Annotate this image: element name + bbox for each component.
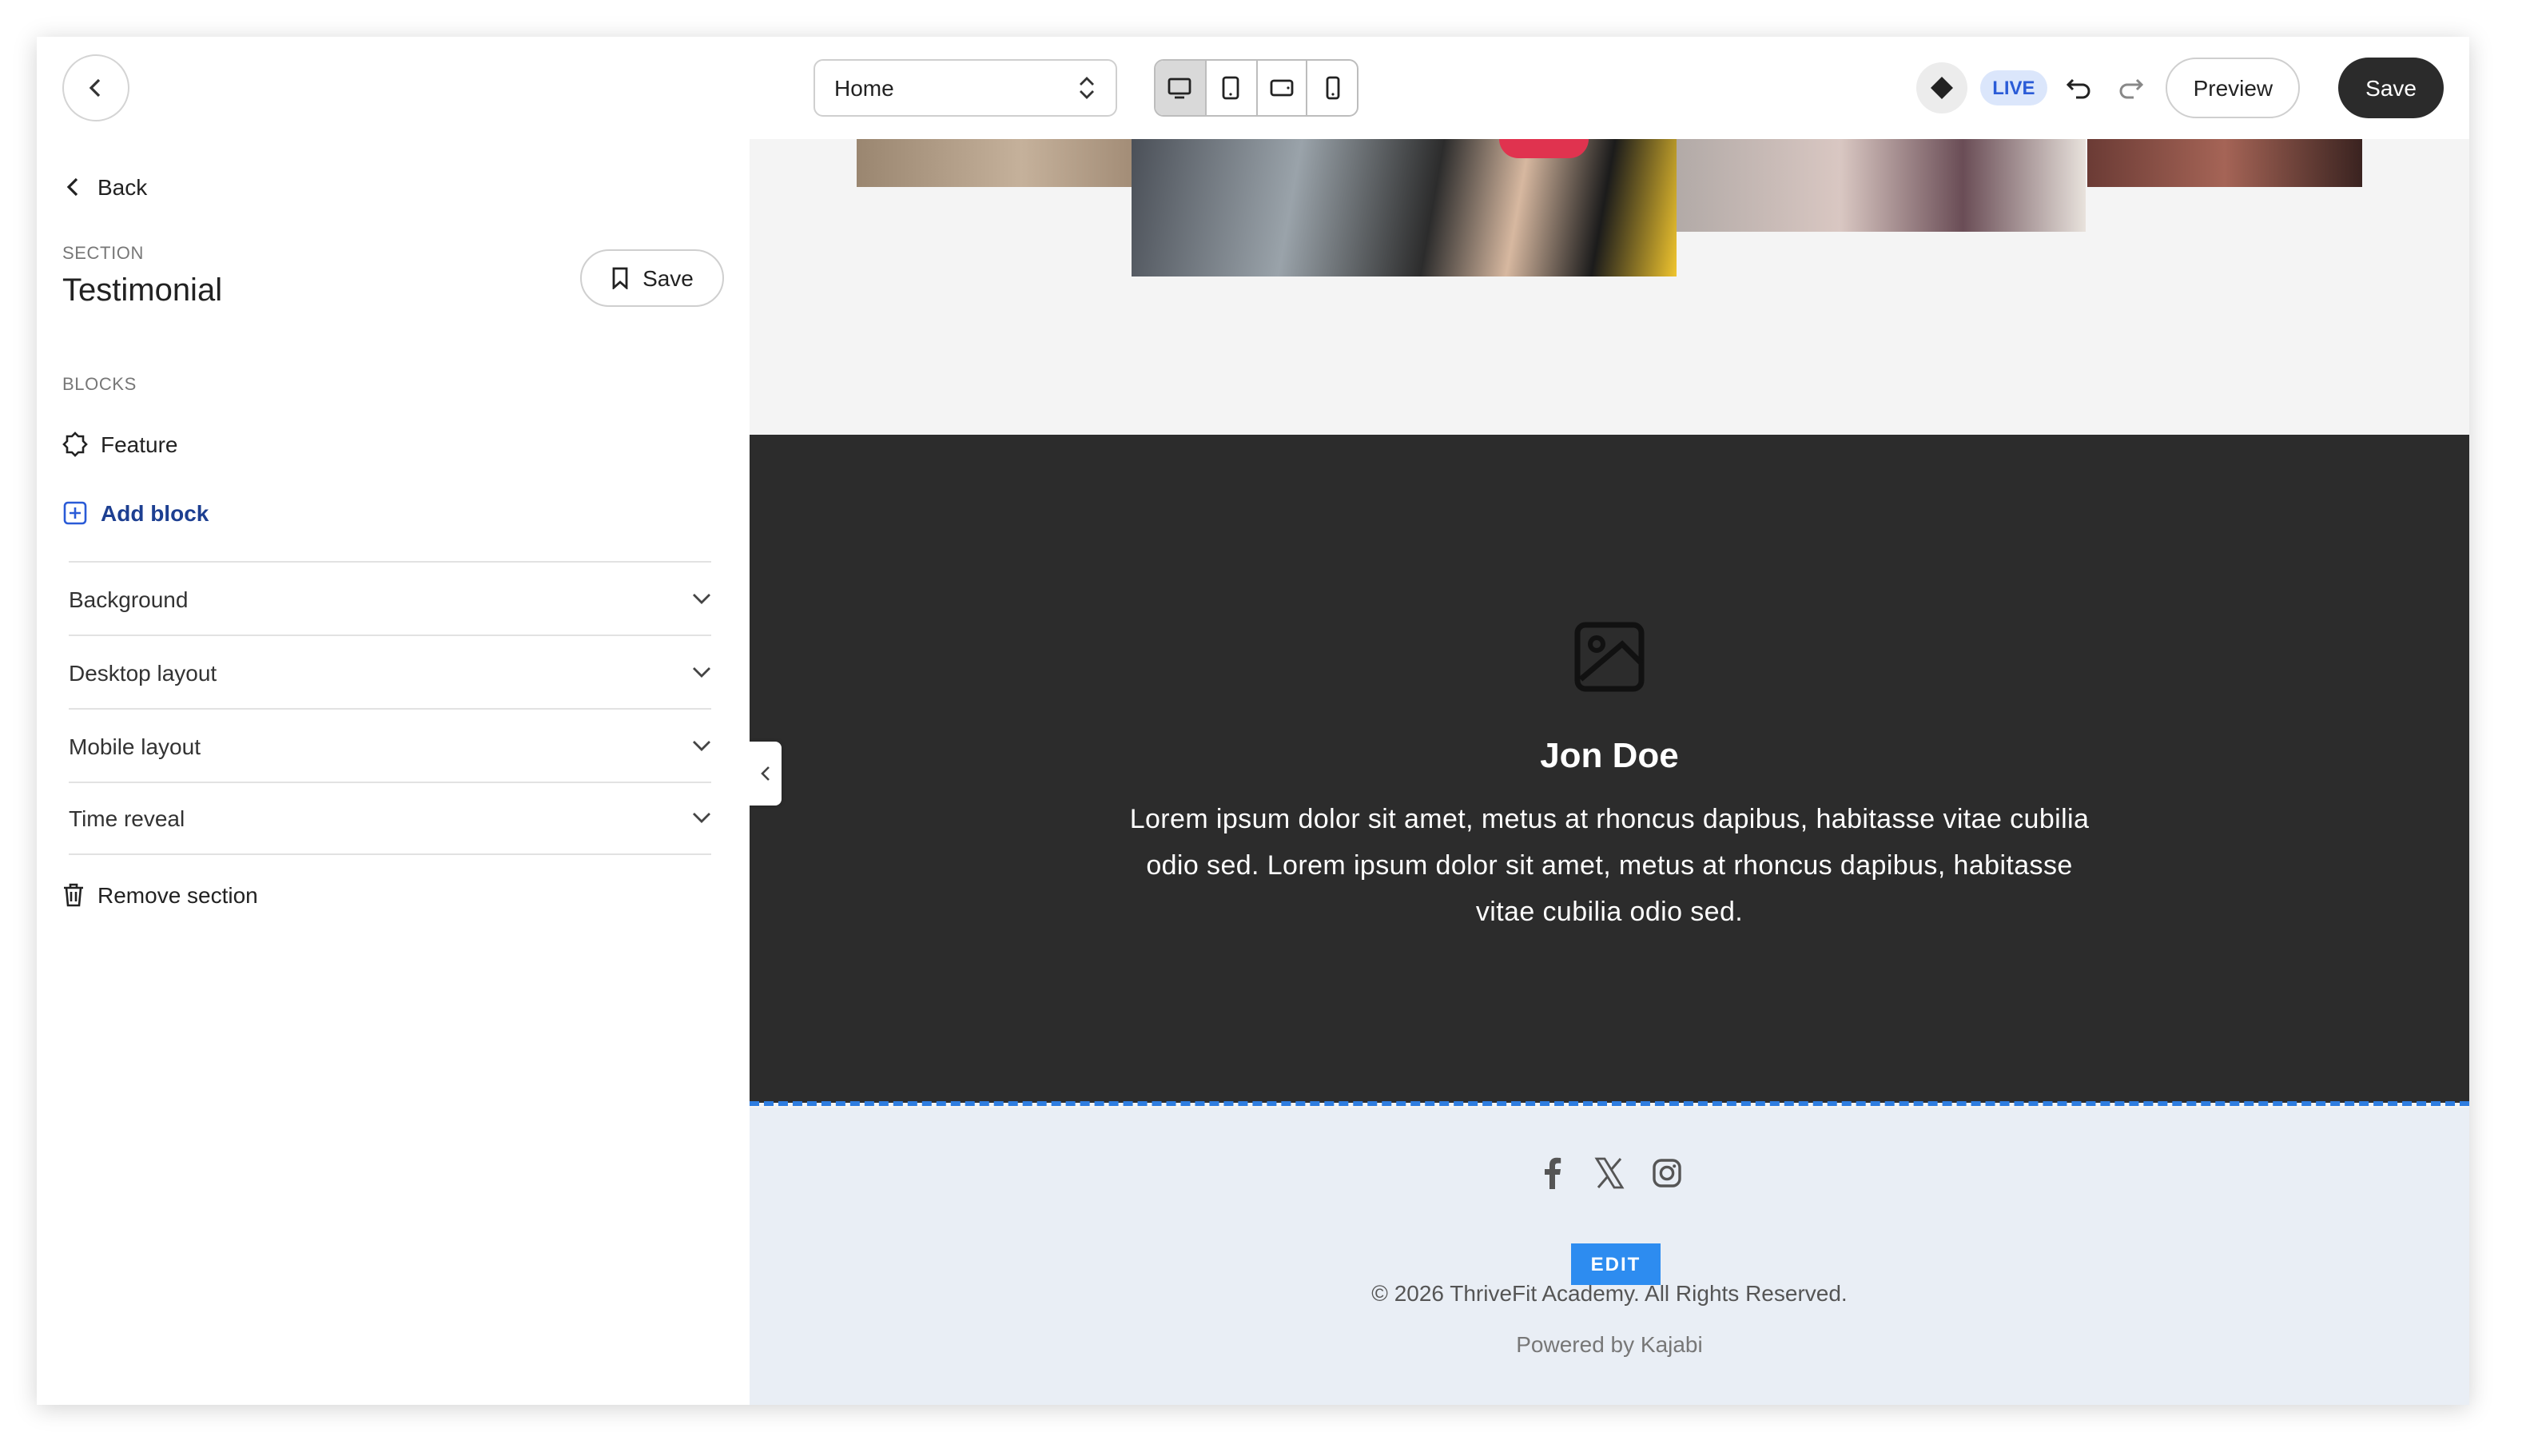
section-selection-outline <box>750 1101 2469 1106</box>
add-block-button[interactable]: Add block <box>62 500 209 526</box>
gallery-photo <box>1132 139 1677 276</box>
page-select-value: Home <box>834 75 894 101</box>
blocks-label: BLOCKS <box>62 376 137 395</box>
editor-stage: Home LIVE Preview Save Back SECTION Test… <box>0 0 2530 1456</box>
chevron-down-icon <box>693 740 710 750</box>
block-item-feature[interactable]: Feature <box>62 432 178 457</box>
editor-window: Home LIVE Preview Save Back SECTION Test… <box>37 37 2469 1405</box>
block-feature-label: Feature <box>101 432 178 457</box>
exit-editor-button[interactable] <box>62 54 129 121</box>
diamond-icon <box>1930 77 1953 99</box>
testimonial-section[interactable]: Jon Doe Lorem ipsum dolor sit amet, metu… <box>750 435 2469 1103</box>
save-section-label: Save <box>642 265 694 291</box>
tablet-icon <box>1222 76 1239 100</box>
desktop-icon <box>1168 78 1192 99</box>
facebook-icon[interactable] <box>1536 1156 1568 1191</box>
tablet-portrait-view-button[interactable] <box>1207 61 1257 115</box>
chevron-down-icon <box>693 666 710 677</box>
section-title: Testimonial <box>62 273 223 308</box>
chevron-left-icon <box>761 766 770 781</box>
top-bar: Home LIVE Preview Save <box>37 37 2469 139</box>
photo-detail <box>1499 139 1589 158</box>
save-button[interactable]: Save <box>2338 58 2444 118</box>
mobile-icon <box>1325 76 1339 100</box>
undo-icon <box>2067 78 2090 99</box>
back-label: Back <box>97 174 148 200</box>
trash-icon <box>64 883 83 907</box>
mobile-view-button[interactable] <box>1308 61 1358 115</box>
collapse-sidebar-handle[interactable] <box>750 742 782 806</box>
accordion-time-reveal[interactable]: Time reveal <box>69 782 711 855</box>
edit-badge[interactable]: EDIT <box>1571 1243 1661 1285</box>
page-select[interactable]: Home <box>813 59 1117 117</box>
live-badge: LIVE <box>1979 70 2048 105</box>
chevron-left-icon <box>66 177 78 197</box>
brand-button[interactable] <box>1915 62 1967 113</box>
accordion-desktop-layout[interactable]: Desktop layout <box>69 635 711 708</box>
redo-icon <box>2120 78 2144 99</box>
desktop-view-button[interactable] <box>1156 61 1207 115</box>
accordion-label: Background <box>69 586 189 611</box>
section-settings-sidebar: Back SECTION Testimonial Save BLOCKS Fea… <box>37 139 750 1405</box>
right-tools: LIVE Preview Save <box>1915 56 2444 120</box>
undo-button[interactable] <box>2061 69 2099 107</box>
badge-icon <box>62 432 88 457</box>
accordion-background[interactable]: Background <box>69 561 711 635</box>
plus-square-icon <box>63 501 87 525</box>
accordion-mobile-layout[interactable]: Mobile layout <box>69 708 711 782</box>
settings-accordion: Background Desktop layout Mobile layout … <box>69 561 711 855</box>
accordion-label: Time reveal <box>69 806 185 831</box>
gallery-photo <box>857 139 1132 187</box>
testimonial-name: Jon Doe <box>1540 735 1679 775</box>
accordion-label: Mobile layout <box>69 733 201 758</box>
remove-section-button[interactable]: Remove section <box>62 882 258 908</box>
instagram-icon[interactable] <box>1651 1156 1683 1191</box>
x-icon[interactable] <box>1593 1156 1625 1191</box>
section-label: SECTION <box>62 245 144 264</box>
chevron-left-icon <box>89 78 101 97</box>
tablet-landscape-view-button[interactable] <box>1257 61 1308 115</box>
bookmark-icon <box>612 267 628 289</box>
chevron-down-icon <box>693 593 710 603</box>
gallery-photo <box>2087 139 2362 187</box>
chevron-updown-icon <box>1080 77 1094 99</box>
device-toggle-group <box>1154 59 1358 117</box>
save-section-button[interactable]: Save <box>580 249 724 307</box>
testimonial-quote: Lorem ipsum dolor sit amet, metus at rho… <box>1129 804 2090 927</box>
add-block-label: Add block <box>101 500 209 526</box>
tablet-landscape-icon <box>1270 79 1294 97</box>
social-links <box>750 1156 2469 1191</box>
footer-powered-by: Powered by Kajabi <box>1516 1331 1703 1357</box>
footer-section[interactable]: © 2026 ThriveFit Academy. All Rights Res… <box>750 1108 2469 1405</box>
image-placeholder-icon <box>1574 622 1645 692</box>
remove-section-label: Remove section <box>97 882 258 908</box>
preview-button[interactable]: Preview <box>2166 58 2301 118</box>
accordion-label: Desktop layout <box>69 659 217 685</box>
redo-button[interactable] <box>2112 69 2150 107</box>
page-preview-canvas: Jon Doe Lorem ipsum dolor sit amet, metu… <box>750 139 2469 1405</box>
gallery-photo <box>1677 139 2086 232</box>
sidebar-back-link[interactable]: Back <box>66 174 147 200</box>
chevron-down-icon <box>693 813 710 823</box>
